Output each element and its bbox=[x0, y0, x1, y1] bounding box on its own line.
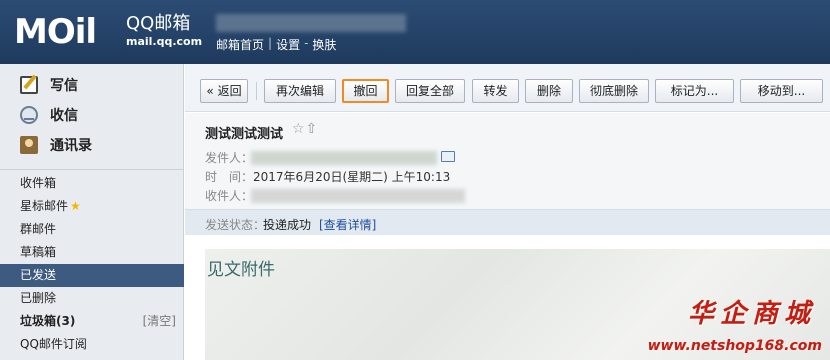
folder-inbox[interactable]: 收件箱 bbox=[0, 172, 184, 195]
folder-label: 垃圾箱(3) bbox=[20, 314, 76, 328]
header-separator: | bbox=[268, 36, 273, 50]
top-header: MOil QQ邮箱 mail.qq.com 邮箱首页 | 设置 - 换肤 bbox=[0, 0, 830, 64]
time-label: 时 间： bbox=[205, 170, 254, 184]
forward-button[interactable]: 转发 bbox=[472, 79, 519, 103]
attachment-note: 见文附件 bbox=[207, 260, 275, 280]
delete-forever-button[interactable]: 彻底删除 bbox=[579, 79, 649, 103]
inbox-action[interactable]: 收信 bbox=[0, 102, 183, 128]
back-button[interactable]: « 返回 bbox=[200, 79, 248, 103]
delete-button[interactable]: 删除 bbox=[525, 79, 573, 103]
folder-label: 群邮件 bbox=[20, 222, 57, 236]
folder-sent[interactable]: 已发送 bbox=[0, 264, 184, 287]
recipient-row: 收件人： bbox=[205, 187, 253, 204]
recipient-label: 收件人： bbox=[205, 189, 254, 203]
sender-blurred bbox=[251, 151, 437, 165]
folder-label: 已发送 bbox=[20, 268, 57, 282]
time-value: 2017年6月20日(星期二) 上午10:13 bbox=[253, 170, 451, 184]
folder-drafts[interactable]: 草稿箱 bbox=[0, 241, 184, 264]
sidebar-divider bbox=[0, 169, 184, 170]
watermark-url: www.netshop168.com bbox=[647, 338, 822, 354]
reply-all-button[interactable]: 回复全部 bbox=[395, 79, 465, 103]
logo-text: MOil bbox=[14, 12, 97, 52]
move-to-dropdown[interactable]: 移动到... bbox=[740, 79, 823, 103]
compose-icon bbox=[20, 76, 38, 94]
folder-label: 草稿箱 bbox=[20, 245, 57, 259]
status-value: 投递成功 bbox=[263, 218, 312, 232]
recall-button[interactable]: 撤回 bbox=[342, 79, 389, 103]
sender-row: 发件人： bbox=[205, 149, 253, 166]
brand-domain: mail.qq.com bbox=[126, 35, 203, 48]
contacts-label: 通讯录 bbox=[50, 138, 92, 154]
clear-spam-link[interactable]: [清空] bbox=[143, 310, 176, 333]
settings-link[interactable]: 设置 bbox=[276, 36, 300, 53]
folder-label: 星标邮件 bbox=[20, 199, 69, 213]
delivery-status-bar: 发送状态： 投递成功 [查看详情] bbox=[185, 209, 830, 235]
folder-deleted[interactable]: 已删除 bbox=[0, 287, 184, 310]
contacts-icon bbox=[20, 136, 38, 154]
folder-label: 收件箱 bbox=[20, 176, 57, 190]
star-icon[interactable]: ☆⇧ bbox=[292, 121, 318, 137]
brand: QQ邮箱 mail.qq.com bbox=[126, 13, 202, 49]
sender-label: 发件人： bbox=[205, 151, 254, 165]
compose-action[interactable]: 写信 bbox=[0, 72, 183, 98]
watermark-text: 华企商城 bbox=[687, 299, 816, 329]
status-label: 发送状态： bbox=[205, 218, 266, 232]
message-subject: 测试测试测试 bbox=[205, 127, 284, 142]
star-icon: ★ bbox=[70, 199, 81, 213]
folder-subscriptions[interactable]: QQ邮件订阅 bbox=[0, 333, 184, 356]
toolbar: « 返回 再次编辑 撤回 回复全部 转发 删除 彻底删除 标记为... 移动到.… bbox=[185, 64, 830, 112]
home-link[interactable]: 邮箱首页 bbox=[216, 36, 264, 53]
folder-list: 收件箱 星标邮件 ★ 群邮件 草稿箱 已发送 已删除 垃圾箱(3) [清空] QQ邮… bbox=[0, 172, 184, 356]
inbox-label: 收信 bbox=[50, 108, 78, 124]
reedit-button[interactable]: 再次编辑 bbox=[264, 79, 336, 103]
brand-title: QQ邮箱 bbox=[126, 13, 191, 34]
recipient-blurred bbox=[251, 189, 465, 203]
user-account-blurred bbox=[216, 14, 406, 32]
compose-label: 写信 bbox=[50, 78, 78, 94]
message-header: 测试测试测试 ☆⇧ 发件人： 时 间：2017年6月20日(星期二) 上午10:… bbox=[185, 113, 830, 209]
folder-label: QQ邮件订阅 bbox=[20, 337, 87, 351]
time-row: 时 间：2017年6月20日(星期二) 上午10:13 bbox=[205, 168, 450, 185]
inbox-icon bbox=[20, 106, 38, 124]
contacts-action[interactable]: 通讯录 bbox=[0, 132, 183, 158]
folder-label: 已删除 bbox=[20, 291, 57, 305]
folder-group[interactable]: 群邮件 bbox=[0, 218, 184, 241]
folder-starred[interactable]: 星标邮件 ★ bbox=[0, 195, 184, 218]
folder-spam[interactable]: 垃圾箱(3) [清空] bbox=[0, 310, 184, 333]
view-details-link[interactable]: [查看详情] bbox=[319, 216, 376, 233]
header-separator: - bbox=[304, 36, 309, 50]
skin-link[interactable]: 换肤 bbox=[312, 36, 336, 53]
contact-card-icon[interactable] bbox=[441, 151, 455, 162]
sidebar: 写信 收信 通讯录 收件箱 星标邮件 ★ 群邮件 草稿箱 已发送 已删除 垃圾箱(… bbox=[0, 64, 184, 360]
qqmail-logo[interactable]: MOil bbox=[14, 12, 97, 52]
toolbar-separator bbox=[256, 82, 257, 100]
mark-as-dropdown[interactable]: 标记为... bbox=[655, 79, 734, 103]
header-links: 邮箱首页 | 设置 - 换肤 bbox=[216, 36, 336, 53]
